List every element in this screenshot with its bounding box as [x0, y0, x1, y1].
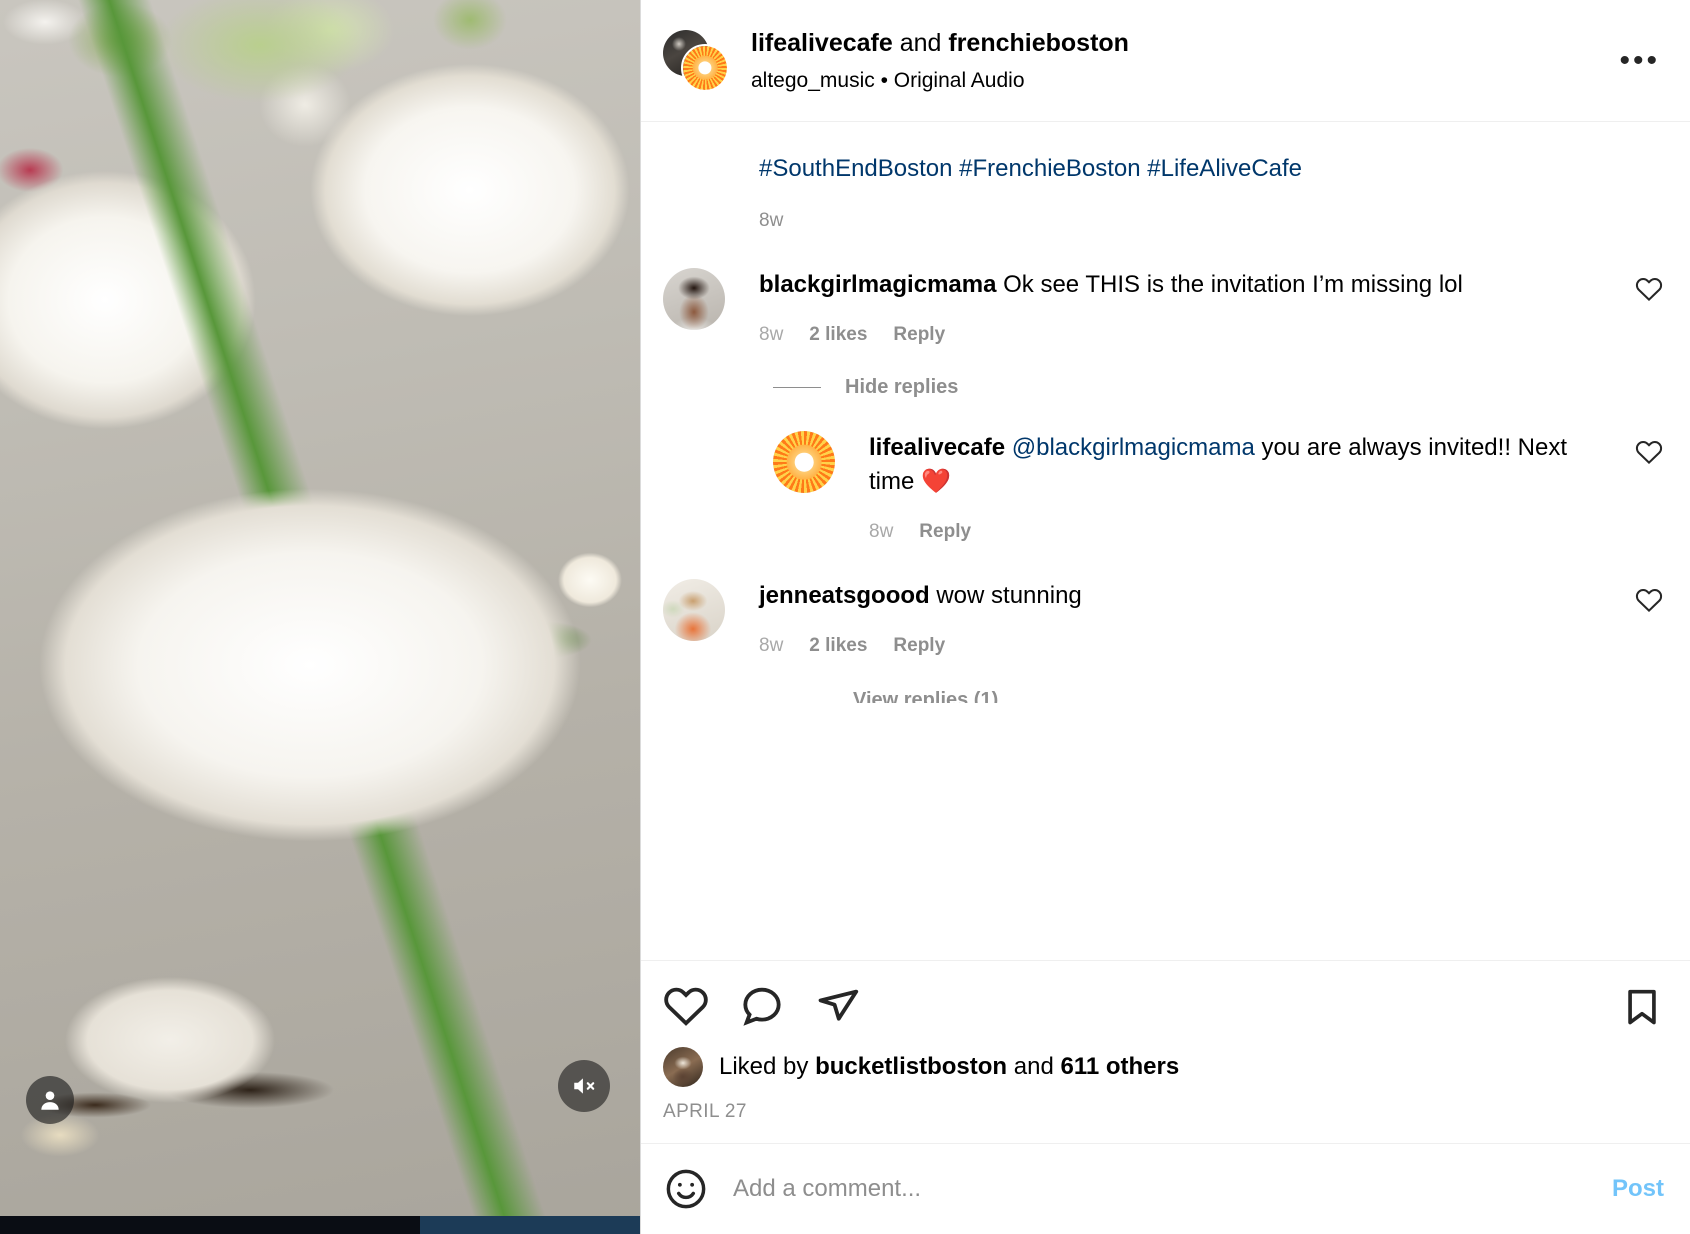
- comments-scroll-area[interactable]: #SouthEndBoston #FrenchieBoston #LifeAli…: [641, 122, 1690, 960]
- comment-item: jenneatsgoood wow stunning 8w 2 likes Re…: [663, 579, 1664, 657]
- comment-body: jenneatsgoood wow stunning 8w 2 likes Re…: [759, 579, 1634, 657]
- reply-like-heart-icon[interactable]: [1634, 437, 1664, 467]
- reply-reply-button[interactable]: Reply: [919, 521, 971, 543]
- add-comment-input[interactable]: [733, 1175, 1588, 1203]
- comment-like-heart-icon[interactable]: [1634, 274, 1664, 304]
- avatar: [663, 1047, 703, 1087]
- reply-meta: 8w Reply: [869, 521, 1614, 543]
- comment-icon[interactable]: [739, 983, 785, 1029]
- avatar[interactable]: [663, 29, 729, 92]
- view-replies-button[interactable]: View replies (1): [853, 689, 1664, 703]
- comment-reply-button[interactable]: Reply: [893, 635, 945, 657]
- author-avatar-image: [681, 43, 729, 92]
- more-options-icon[interactable]: •••: [1615, 45, 1664, 76]
- post-author-line: lifealivecafe and frenchieboston: [751, 27, 1615, 60]
- post-comment-button[interactable]: Post: [1612, 1175, 1664, 1203]
- liked-by-text: Liked by bucketlistboston and 611 others: [719, 1053, 1179, 1081]
- comment-reply-item: lifealivecafe @blackgirlmagicmama you ar…: [773, 431, 1664, 543]
- like-icon[interactable]: [663, 983, 709, 1029]
- reply-username[interactable]: lifealivecafe: [869, 434, 1005, 461]
- instagram-post-screen: lifealivecafe and frenchieboston altego_…: [0, 0, 1690, 1234]
- comment-likes-count[interactable]: 2 likes: [809, 324, 867, 346]
- reply-text: lifealivecafe @blackgirlmagicmama you ar…: [869, 431, 1614, 499]
- comment-timestamp: 8w: [759, 324, 784, 346]
- liked-by-middle: and: [1007, 1053, 1061, 1080]
- comment-text: jenneatsgoood wow stunning: [759, 579, 1614, 613]
- avatar[interactable]: [663, 268, 725, 331]
- reply-mention[interactable]: @blackgirlmagicmama: [1005, 434, 1255, 461]
- avatar[interactable]: [773, 431, 835, 494]
- comment-timestamp: 8w: [759, 635, 784, 657]
- comment-item: blackgirlmagicmama Ok see THIS is the in…: [663, 268, 1664, 346]
- post-detail-panel: lifealivecafe and frenchieboston altego_…: [640, 0, 1690, 1234]
- comment-reply-button[interactable]: Reply: [893, 324, 945, 346]
- emoji-icon[interactable]: [663, 1166, 709, 1212]
- comment-meta: 8w 2 likes Reply: [759, 635, 1614, 657]
- post-date: APRIL 27: [663, 1101, 747, 1122]
- comment-meta: 8w 2 likes Reply: [759, 324, 1614, 346]
- post-media-pane[interactable]: [0, 0, 640, 1234]
- post-media-photo: [0, 0, 640, 1234]
- media-taskbar-strip: [0, 1216, 640, 1234]
- comment-like-heart-icon[interactable]: [1634, 585, 1664, 615]
- comment-content: wow stunning: [929, 582, 1082, 610]
- toggle-replies-line: [773, 387, 821, 389]
- toggle-replies-button[interactable]: Hide replies: [773, 376, 1664, 399]
- comment-username[interactable]: blackgirlmagicmama: [759, 271, 996, 298]
- audio-attribution[interactable]: altego_music • Original Audio: [751, 67, 1615, 94]
- author-username[interactable]: lifealivecafe: [751, 29, 893, 57]
- liked-by-username[interactable]: bucketlistboston: [815, 1053, 1007, 1080]
- collab-username[interactable]: frenchieboston: [948, 29, 1129, 57]
- caption-hashtags[interactable]: #SouthEndBoston #FrenchieBoston #LifeAli…: [663, 152, 1664, 186]
- liked-by-prefix: Liked by: [719, 1053, 816, 1080]
- viewer-person-icon[interactable]: [26, 1076, 74, 1124]
- post-header-text: lifealivecafe and frenchieboston altego_…: [751, 27, 1615, 94]
- comment-composer: Post: [641, 1143, 1690, 1234]
- share-icon[interactable]: [815, 983, 861, 1029]
- avatar[interactable]: [663, 579, 725, 642]
- muted-speaker-icon[interactable]: [558, 1060, 610, 1112]
- reply-timestamp: 8w: [869, 521, 894, 543]
- caption-timestamp: 8w: [759, 210, 784, 232]
- bookmark-icon[interactable]: [1620, 984, 1664, 1028]
- toggle-replies-label: Hide replies: [845, 376, 959, 399]
- post-action-bar: [641, 960, 1690, 1041]
- comment-text: blackgirlmagicmama Ok see THIS is the in…: [759, 268, 1614, 302]
- post-header: lifealivecafe and frenchieboston altego_…: [641, 0, 1690, 122]
- comment-likes-count[interactable]: 2 likes: [809, 635, 867, 657]
- comment-content: Ok see THIS is the invitation I’m missin…: [996, 271, 1463, 299]
- liked-by-others-count[interactable]: 611 others: [1060, 1053, 1179, 1080]
- reply-body: lifealivecafe @blackgirlmagicmama you ar…: [869, 431, 1634, 543]
- comment-body: blackgirlmagicmama Ok see THIS is the in…: [759, 268, 1634, 346]
- post-caption: #SouthEndBoston #FrenchieBoston #LifeAli…: [663, 152, 1664, 232]
- comment-username[interactable]: jenneatsgoood: [759, 582, 930, 609]
- liked-by-row[interactable]: Liked by bucketlistboston and 611 others: [641, 1047, 1690, 1087]
- author-join-word: and: [892, 29, 949, 58]
